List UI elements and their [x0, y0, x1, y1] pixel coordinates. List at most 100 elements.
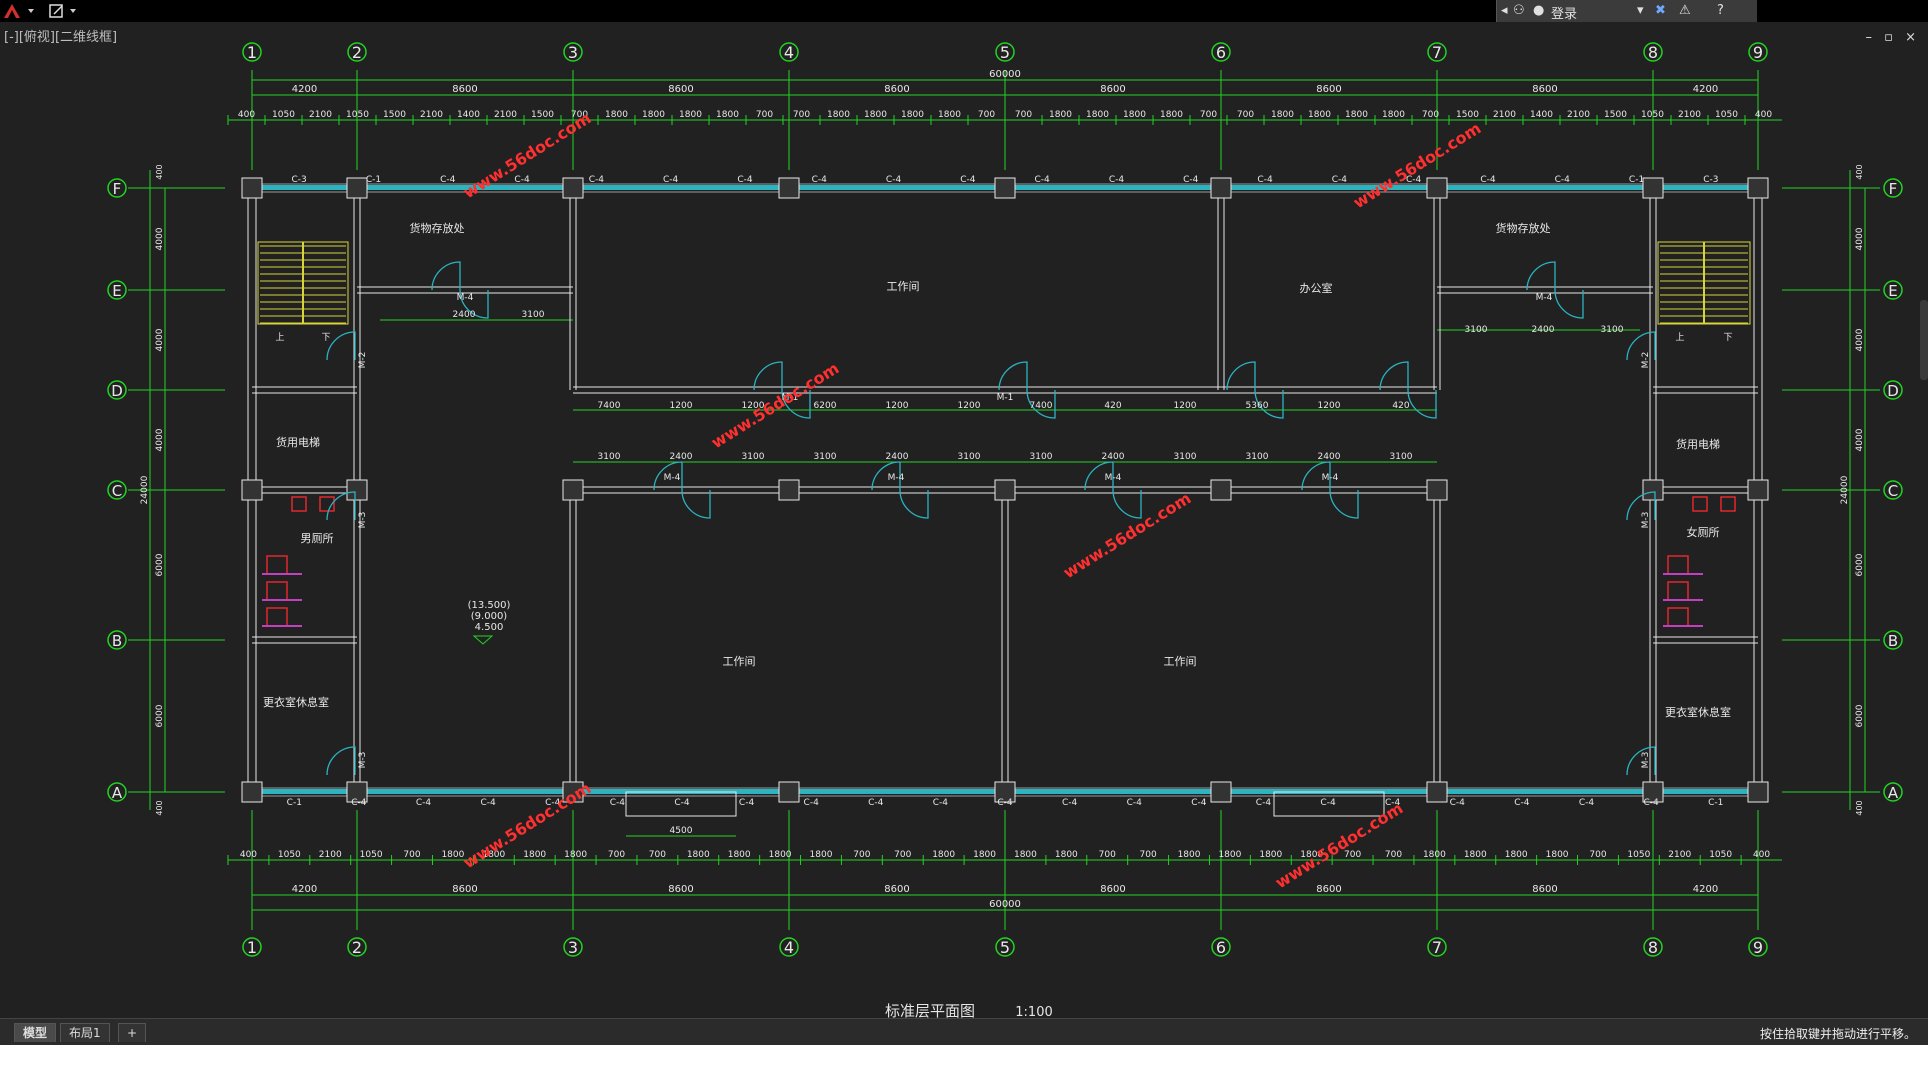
side-dimension: 4000: [1855, 227, 1865, 250]
grid-column-label: 8: [1648, 938, 1658, 957]
detail-dimension: 700: [608, 850, 625, 860]
column: [346, 479, 368, 501]
window-label: C-4: [416, 798, 432, 808]
watermark: www.56doc.com: [1350, 118, 1485, 212]
quick-access-button[interactable]: [48, 2, 84, 20]
room-name: 工作间: [1164, 655, 1197, 668]
login-button[interactable]: 登录: [1551, 3, 1577, 22]
detail-dimension: 1800: [1423, 850, 1446, 860]
grid-column-label: 3: [568, 938, 578, 957]
window-label: C-4: [589, 175, 605, 185]
grid-column-label: 7: [1432, 43, 1442, 62]
grid-column-label: 4: [784, 43, 794, 62]
window-label: C-4: [1256, 798, 1272, 808]
chevron-down-icon: [28, 9, 34, 13]
vertical-scrollbar[interactable]: [1920, 300, 1928, 380]
detail-dimension: 700: [649, 850, 666, 860]
column: [778, 479, 800, 501]
window-label: C-4: [1109, 175, 1125, 185]
detail-dimension: 1800: [827, 110, 850, 120]
add-layout-button[interactable]: +: [118, 1023, 147, 1042]
detail-dimension: 1500: [1604, 110, 1627, 120]
door-swing: [1226, 361, 1256, 391]
detail-dimension: 1050: [1709, 850, 1732, 860]
layout-tab-bar: 模型 布局1 + 按住拾取键并拖动进行平移。: [0, 1018, 1928, 1045]
mid-dimension: 3100: [742, 452, 765, 462]
room-name: 工作间: [887, 280, 920, 293]
stair-down-label: 下: [321, 333, 330, 343]
detail-dimension: 1500: [383, 110, 406, 120]
window-label: C-4: [933, 798, 949, 808]
tab-layout1[interactable]: 布局1: [60, 1023, 110, 1042]
exchange-icon[interactable]: ✖: [1655, 3, 1666, 18]
total-dimension-bottom: 60000: [989, 899, 1021, 910]
door-label: M-1: [997, 393, 1014, 403]
chevron-down-icon: [70, 9, 76, 13]
chevron-down-icon[interactable]: ▾: [1637, 3, 1644, 18]
grid-row-label: F: [1889, 180, 1898, 198]
detail-dimension: 2100: [319, 850, 342, 860]
detail-dimension: 400: [1755, 110, 1772, 120]
door-layer: [326, 261, 1656, 776]
mid-dimension: 3100: [814, 452, 837, 462]
column: [1210, 479, 1232, 501]
side-small-dimension: 400: [155, 164, 164, 179]
detail-dimension: 700: [978, 110, 995, 120]
side-dimension: 4000: [155, 428, 165, 451]
detail-dimension: 1800: [1308, 110, 1331, 120]
mid-dimension: 6200: [814, 401, 837, 411]
bay-dimension: 8600: [884, 884, 909, 895]
stair-dimension: 3100: [1465, 325, 1488, 335]
grid-column-label: 4: [784, 938, 794, 957]
detail-dimension: 1800: [901, 110, 924, 120]
window-label: C-4: [1191, 798, 1207, 808]
door-label: M-3: [358, 752, 368, 769]
stair-dimension: 3100: [1601, 325, 1624, 335]
stair-up-label: 上: [1675, 332, 1684, 343]
stair-dimension: 2400: [453, 310, 476, 320]
help-icon[interactable]: ?: [1717, 3, 1724, 18]
detail-dimension: 2100: [1678, 110, 1701, 120]
column: [241, 479, 263, 501]
detail-dimension: 1800: [1123, 110, 1146, 120]
app-menu-button[interactable]: [2, 2, 40, 20]
mid-dimension: 3100: [958, 452, 981, 462]
binoculars-icon[interactable]: ⚇: [1513, 3, 1525, 18]
drawing-canvas[interactable]: 60000 4200 8600 8600 8600 8600 8600 8600 4200 400…: [0, 22, 1928, 1018]
toilet-fixture: [266, 607, 288, 627]
mid-dimension: 2400: [1318, 452, 1341, 462]
detail-dimension: 1800: [1086, 110, 1109, 120]
drawing-scale: 1:100: [1015, 1005, 1052, 1018]
login-toolbar: ◂ ⚇ ● 登录 ▾ ✖ ⚠ ?: [1496, 0, 1757, 22]
detail-dimension: 1050: [360, 850, 383, 860]
arrow-left-icon[interactable]: ◂: [1501, 3, 1508, 18]
detail-dimension: 1800: [864, 110, 887, 120]
column: [1210, 177, 1232, 199]
grid-column-label: 5: [1000, 938, 1010, 957]
mid-dimension: 420: [1392, 401, 1409, 411]
window-label: C-4: [1514, 798, 1530, 808]
detail-dimension: 1050: [272, 110, 295, 120]
grid-row-label: B: [1888, 632, 1898, 650]
detail-dimension: 1800: [810, 850, 833, 860]
detail-dimension: 700: [1589, 850, 1606, 860]
grid-row-label: E: [112, 282, 121, 300]
window-label: C-4: [514, 175, 530, 185]
bay-dimension: 8600: [452, 884, 477, 895]
window-width-dimension: 4500: [670, 826, 693, 836]
grid-row-label: F: [113, 180, 122, 198]
door-swing: [1407, 389, 1437, 419]
grid-column-label: 2: [352, 938, 362, 957]
side-small-dimension: 400: [1855, 164, 1864, 179]
column: [346, 177, 368, 199]
door-label: M-4: [664, 473, 681, 483]
community-icon[interactable]: ⚠: [1679, 3, 1691, 18]
column: [562, 479, 584, 501]
grid-column-label: 2: [352, 43, 362, 62]
door-label: M-4: [1536, 293, 1553, 303]
bay-dimension: 4200: [292, 84, 317, 95]
tab-model[interactable]: 模型: [14, 1023, 57, 1042]
door-swing: [998, 361, 1028, 391]
detail-dimension: 1800: [564, 850, 587, 860]
room-name: 货用电梯: [276, 435, 320, 449]
